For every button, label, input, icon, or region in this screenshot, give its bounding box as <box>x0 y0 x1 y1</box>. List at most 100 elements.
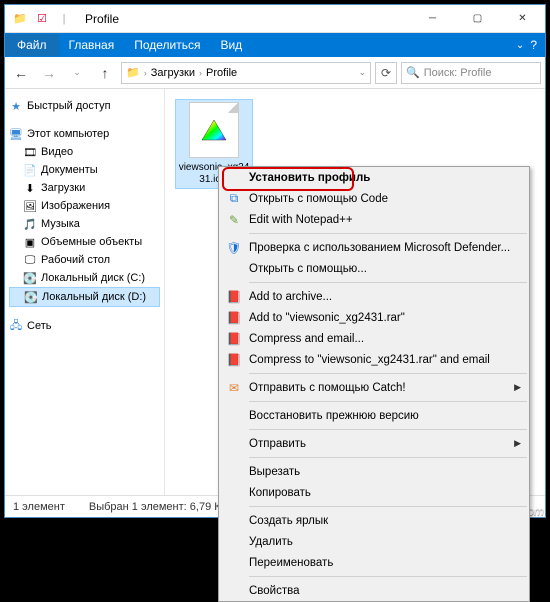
minimize-button[interactable]: ─ <box>410 5 455 33</box>
sidebar-item-documents[interactable]: 📄Документы <box>9 161 160 179</box>
tab-home[interactable]: Главная <box>59 34 125 56</box>
sidebar-item-pictures[interactable]: 🖼Изображения <box>9 197 160 215</box>
ctx-separator <box>249 429 527 430</box>
sidebar-item-desktop[interactable]: 🖵Рабочий стол <box>9 251 160 269</box>
ctx-label: Копировать <box>245 487 521 499</box>
sidebar-item-music[interactable]: 🎵Музыка <box>9 215 160 233</box>
ctx-separator <box>249 233 527 234</box>
ctx-item[interactable]: 📕Compress and email... <box>219 328 529 349</box>
chevron-icon: › <box>199 68 202 78</box>
ctx-separator <box>249 576 527 577</box>
ctx-label: Проверка с использованием Microsoft Defe… <box>245 242 521 254</box>
nav-history-button[interactable]: ⌄ <box>65 61 89 85</box>
tab-view[interactable]: Вид <box>210 34 252 56</box>
rar-icon: 📕 <box>223 353 245 367</box>
refresh-button[interactable]: ⟳ <box>375 62 397 84</box>
file-thumbnail <box>189 102 239 158</box>
ctx-item[interactable]: ✎Edit with Notepad++ <box>219 209 529 230</box>
ctx-label: Открыть с помощью... <box>245 263 521 275</box>
ctx-item[interactable]: Установить профиль <box>219 167 529 188</box>
npp-icon: ✎ <box>223 213 245 227</box>
ctx-item[interactable]: Копировать <box>219 482 529 503</box>
nav-back-button[interactable]: ← <box>9 61 33 85</box>
sidebar-item-drive-c[interactable]: 💽Локальный диск (C:) <box>9 269 160 287</box>
ctx-item[interactable]: Открыть с помощью... <box>219 258 529 279</box>
ctx-label: Удалить <box>245 536 521 548</box>
tab-share[interactable]: Поделиться <box>124 34 210 56</box>
ctx-item[interactable]: Восстановить прежнюю версию <box>219 405 529 426</box>
cube-icon: ▣ <box>23 235 37 249</box>
nav-forward-button[interactable]: → <box>37 61 61 85</box>
sidebar-item-drive-d[interactable]: 💽Локальный диск (D:) <box>9 287 160 307</box>
ctx-separator <box>249 373 527 374</box>
address-bar[interactable]: 📁 › Загрузки › Profile ⌄ <box>121 62 371 84</box>
ctx-item[interactable]: 🛡Проверка с использованием Microsoft Def… <box>219 237 529 258</box>
desktop-icon: 🖵 <box>23 253 37 267</box>
maximize-button[interactable]: ▢ <box>455 5 500 33</box>
ctx-label: Compress to "viewsonic_xg2431.rar" and e… <box>245 354 521 366</box>
titlebar: 📁 ☑ | Profile ─ ▢ ✕ <box>5 5 545 33</box>
sidebar-quick-access[interactable]: ★ Быстрый доступ <box>9 97 160 115</box>
ribbon-tabs: Файл Главная Поделиться Вид ⌄ ? <box>5 33 545 57</box>
submenu-arrow-icon: ▶ <box>514 438 521 449</box>
ctx-separator <box>249 401 527 402</box>
ctx-item[interactable]: Свойства <box>219 580 529 601</box>
ctx-label: Compress and email... <box>245 333 521 345</box>
nav-up-button[interactable]: ↑ <box>93 61 117 85</box>
ctx-label: Add to "viewsonic_xg2431.rar" <box>245 312 521 324</box>
window-title: Profile <box>85 12 119 26</box>
status-selection: Выбран 1 элемент: 6,79 КБ <box>89 501 228 513</box>
sidebar-item-videos[interactable]: 🎞Видео <box>9 143 160 161</box>
ctx-item[interactable]: 📕Add to "viewsonic_xg2431.rar" <box>219 307 529 328</box>
sidebar-network[interactable]: 🖧 Сеть <box>9 317 160 335</box>
catch-icon: ✉ <box>223 381 245 395</box>
ctx-item[interactable]: ⧉Открыть с помощью Code <box>219 188 529 209</box>
ctx-separator <box>249 282 527 283</box>
ctx-label: Вырезать <box>245 466 521 478</box>
search-icon: 🔍 <box>406 66 420 79</box>
ctx-label: Переименовать <box>245 557 521 569</box>
search-input[interactable]: 🔍 Поиск: Profile <box>401 62 541 84</box>
sidebar-item-3dobjects[interactable]: ▣Объемные объекты <box>9 233 160 251</box>
ctx-item[interactable]: Вырезать <box>219 461 529 482</box>
breadcrumb-seg[interactable]: Загрузки <box>151 67 195 79</box>
folder-icon: 📁 <box>126 66 140 79</box>
ctx-label: Создать ярлык <box>245 515 521 527</box>
ctx-item[interactable]: Создать ярлык <box>219 510 529 531</box>
rar-icon: 📕 <box>223 311 245 325</box>
ctx-item[interactable]: ✉Отправить с помощью Catch!▶ <box>219 377 529 398</box>
download-icon: ⬇ <box>23 181 37 195</box>
sidebar-this-pc[interactable]: 🖥 Этот компьютер <box>9 125 160 143</box>
drive-icon: 💽 <box>23 271 37 285</box>
nav-pane: ★ Быстрый доступ 🖥 Этот компьютер 🎞Видео… <box>5 89 165 495</box>
ctx-label: Отправить <box>245 438 514 450</box>
defender-icon: 🛡 <box>223 241 245 255</box>
tab-file[interactable]: Файл <box>5 34 59 56</box>
folder-icon: 📁 <box>11 10 29 28</box>
pc-icon: 🖥 <box>9 127 23 141</box>
ctx-label: Установить профиль <box>245 172 521 184</box>
chevron-down-icon[interactable]: ⌄ <box>358 67 366 78</box>
ctx-label: Отправить с помощью Catch! <box>245 382 514 394</box>
ctx-label: Add to archive... <box>245 291 521 303</box>
picture-icon: 🖼 <box>23 199 37 213</box>
ctx-item[interactable]: Переименовать <box>219 552 529 573</box>
ribbon-expand-icon[interactable]: ⌄ <box>516 40 524 51</box>
doc-icon: 📄 <box>23 163 37 177</box>
ctx-item[interactable]: 📕Compress to "viewsonic_xg2431.rar" and … <box>219 349 529 370</box>
network-icon: 🖧 <box>9 319 23 333</box>
help-icon[interactable]: ? <box>530 38 537 52</box>
breadcrumb-seg[interactable]: Profile <box>206 67 237 79</box>
ctx-item[interactable]: 📕Add to archive... <box>219 286 529 307</box>
sidebar-item-downloads[interactable]: ⬇Загрузки <box>9 179 160 197</box>
ctx-separator <box>249 457 527 458</box>
search-placeholder: Поиск: Profile <box>424 67 492 79</box>
ctx-label: Свойства <box>245 585 521 597</box>
ctx-item[interactable]: Удалить <box>219 531 529 552</box>
address-toolbar: ← → ⌄ ↑ 📁 › Загрузки › Profile ⌄ ⟳ 🔍 Пои… <box>5 57 545 89</box>
ctx-item[interactable]: Отправить▶ <box>219 433 529 454</box>
close-button[interactable]: ✕ <box>500 5 545 33</box>
submenu-arrow-icon: ▶ <box>514 382 521 393</box>
qat-check-icon[interactable]: ☑ <box>33 10 51 28</box>
drive-icon: 💽 <box>24 290 38 304</box>
